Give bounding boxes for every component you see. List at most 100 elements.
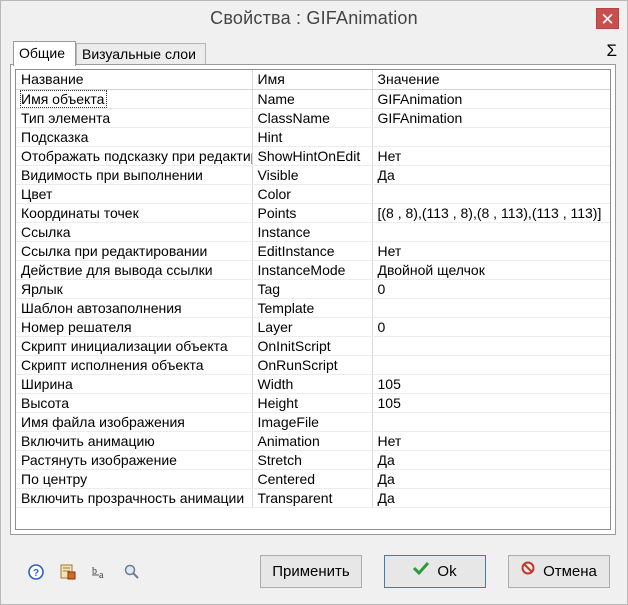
table-row[interactable]: Скрипт инициализации объекта OnInitScript — [16, 336, 610, 356]
table-row[interactable]: Имя объекта Name GIFAnimation — [16, 89, 610, 109]
property-key-cell: Name — [252, 89, 373, 109]
property-value-cell[interactable] — [372, 412, 610, 432]
table-row[interactable]: Отображать подсказку при редактированииS… — [16, 146, 610, 166]
property-value-cell[interactable]: Нет — [372, 146, 610, 166]
property-key-cell: OnInitScript — [252, 336, 373, 356]
table-row[interactable]: По центру Centered Да — [16, 469, 610, 489]
property-name-cell: По центру — [16, 469, 253, 489]
table-row[interactable]: Включить анимацию Animation Нет — [16, 431, 610, 451]
property-value-cell[interactable] — [372, 336, 610, 356]
tab-visual-layers[interactable]: Визуальные слои — [76, 43, 206, 64]
property-value-cell[interactable]: Да — [372, 469, 610, 489]
property-value-cell[interactable]: [(8 , 8),(113 , 8),(8 , 113),(113 , 113)… — [372, 203, 610, 223]
tab-general[interactable]: Общие — [13, 41, 76, 66]
property-value-cell[interactable]: Нет — [372, 431, 610, 451]
property-value-cell[interactable]: GIFAnimation — [372, 89, 610, 109]
tab-panel: Название Имя Значение Имя объекта Name GIF… — [10, 64, 616, 535]
selected-name-text: Имя объекта — [19, 89, 108, 107]
table-row[interactable]: Координаты точек Points [(8 , 8),(113 , 8)… — [16, 203, 610, 223]
header-row: Название Имя Значение — [16, 70, 610, 90]
table-row[interactable]: Номер решателя Layer 0 — [16, 317, 610, 337]
property-value-cell[interactable]: Двойной щелчок — [372, 260, 610, 280]
property-value-cell[interactable] — [372, 127, 610, 147]
property-name-cell: Координаты точек — [16, 203, 253, 223]
property-name-cell: Подсказка — [16, 127, 253, 147]
property-name-cell: Тип элемента — [16, 108, 253, 128]
property-name-cell: Действие для вывода ссылки — [16, 260, 253, 280]
table-row[interactable]: Ссылка Instance — [16, 222, 610, 242]
property-value-cell[interactable]: Да — [372, 165, 610, 185]
svg-text:?: ? — [33, 568, 39, 579]
property-value-cell[interactable]: 0 — [372, 279, 610, 299]
table-row[interactable]: Растянуть изображение Stretch Да — [16, 450, 610, 470]
column-header-key[interactable]: Имя — [252, 70, 373, 90]
property-key-cell: EditInstance — [252, 241, 373, 261]
ok-button[interactable]: Ok — [384, 555, 486, 588]
property-name-cell: Видимость при выполнении — [16, 165, 253, 185]
property-grid[interactable]: Название Имя Значение Имя объекта Name GIF… — [15, 69, 611, 530]
search-icon[interactable] — [123, 563, 141, 581]
property-key-cell: InstanceMode — [252, 260, 373, 280]
property-value-cell[interactable]: GIFAnimation — [372, 108, 610, 128]
property-key-cell: Visible — [252, 165, 373, 185]
table-row[interactable]: Ярлык Tag 0 — [16, 279, 610, 299]
table-row[interactable]: Шаблон автозаполнения Template — [16, 298, 610, 318]
table-row[interactable]: Видимость при выполнении Visible Да — [16, 165, 610, 185]
table-row[interactable]: Подсказка Hint — [16, 127, 610, 147]
help-icon[interactable]: ? — [27, 563, 45, 581]
property-name-cell: Ссылка при редактировании — [16, 241, 253, 261]
apply-button-label: Применить — [272, 563, 350, 580]
table-row[interactable]: Ссылка при редактировании EditInstance Нет — [16, 241, 610, 261]
property-value-cell[interactable]: 105 — [372, 374, 610, 394]
table-row[interactable]: Имя файла изображения ImageFile — [16, 412, 610, 432]
property-name-cell: Ширина — [16, 374, 253, 394]
cancel-button-label: Отмена — [543, 563, 597, 580]
column-header-value[interactable]: Значение — [372, 70, 610, 90]
property-key-cell: Hint — [252, 127, 373, 147]
property-value-cell[interactable] — [372, 355, 610, 375]
table-row[interactable]: Ширина Width 105 — [16, 374, 610, 394]
property-value-cell[interactable]: Да — [372, 488, 610, 508]
property-key-cell: Layer — [252, 317, 373, 337]
property-name-cell: Ярлык — [16, 279, 253, 299]
forbidden-icon — [521, 555, 535, 586]
svg-text:a: a — [99, 570, 104, 581]
property-value-cell[interactable]: Да — [372, 450, 610, 470]
column-header-name[interactable]: Название — [16, 70, 253, 90]
property-value-cell[interactable] — [372, 184, 610, 204]
property-value-cell[interactable] — [372, 298, 610, 318]
table-row[interactable]: Цвет Color — [16, 184, 610, 204]
sigma-icon[interactable]: Σ — [606, 41, 617, 61]
property-name-cell: Имя файла изображения — [16, 412, 253, 432]
property-name-cell: Отображать подсказку при редактировании — [16, 146, 253, 166]
table-row[interactable]: Тип элемента ClassName GIFAnimation — [16, 108, 610, 128]
table-row[interactable]: Включить прозрачность анимации Transparen… — [16, 488, 610, 508]
property-value-cell[interactable]: Нет — [372, 241, 610, 261]
property-key-cell: Width — [252, 374, 373, 394]
property-value-cell[interactable]: 105 — [372, 393, 610, 413]
table-row[interactable]: Действие для вывода ссылки InstanceMode Дв… — [16, 260, 610, 280]
property-value-cell[interactable]: 0 — [372, 317, 610, 337]
property-key-cell: Template — [252, 298, 373, 318]
property-value-cell[interactable] — [372, 222, 610, 242]
property-name-cell: Скрипт исполнения объекта — [16, 355, 253, 375]
table-row[interactable]: Скрипт исполнения объекта OnRunScript — [16, 355, 610, 375]
property-table: Название Имя Значение Имя объекта Name GIF… — [16, 70, 610, 508]
close-button[interactable]: ✕ — [596, 8, 619, 29]
text-case-icon[interactable]: ba — [91, 563, 109, 581]
cancel-button[interactable]: Отмена — [508, 555, 610, 588]
property-key-cell: Height — [252, 393, 373, 413]
property-key-cell: ShowHintOnEdit — [252, 146, 373, 166]
property-key-cell: Animation — [252, 431, 373, 451]
properties-dialog: Свойства : GIFAnimation ✕ Общие Визуальн… — [0, 0, 628, 605]
property-key-cell: Stretch — [252, 450, 373, 470]
properties-icon[interactable] — [59, 563, 77, 581]
property-key-cell: Tag — [252, 279, 373, 299]
apply-button[interactable]: Применить — [260, 555, 362, 588]
property-name-cell: Высота — [16, 393, 253, 413]
property-key-cell: Color — [252, 184, 373, 204]
property-name-cell: Цвет — [16, 184, 253, 204]
property-name-cell: Растянуть изображение — [16, 450, 253, 470]
property-name-cell: Имя объекта — [16, 89, 253, 109]
table-row[interactable]: Высота Height 105 — [16, 393, 610, 413]
